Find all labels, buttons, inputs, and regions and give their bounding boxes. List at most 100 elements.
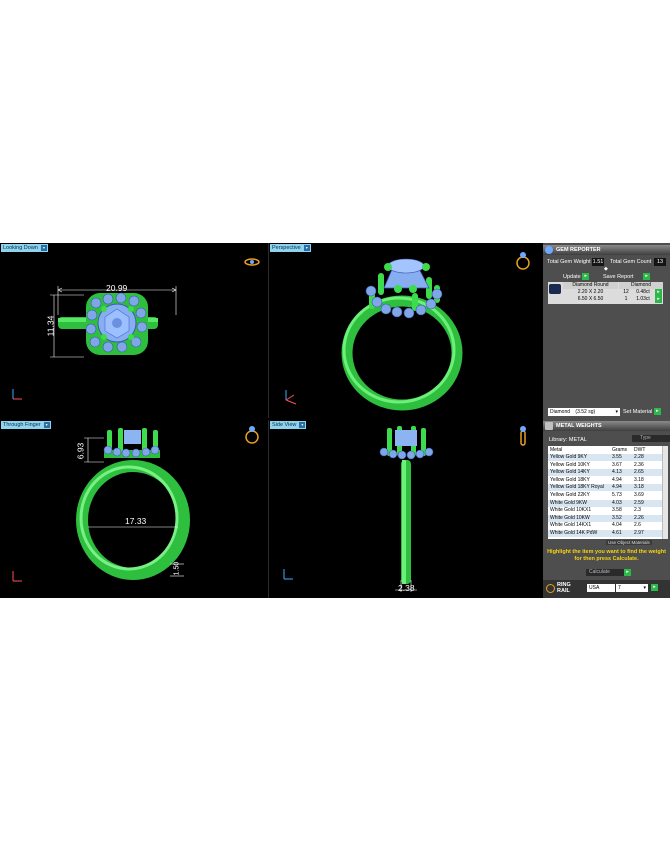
metal-grams: 4.13	[612, 469, 622, 476]
calculate-button[interactable]: Calculate	[586, 569, 626, 576]
metal-dwt: 2.26	[634, 514, 644, 521]
metal-dwt: 2.36	[634, 461, 644, 468]
ring-rail-icon	[546, 584, 555, 593]
ring-size-select[interactable]: 7 ▾	[616, 584, 648, 592]
metal-dwt: 3.18	[634, 484, 644, 491]
gem-weight: 0.48ct	[636, 289, 650, 295]
cad-application: Looking Down ▾ 20.99 11.34 Perspective ▾…	[0, 243, 670, 598]
set-material-button[interactable]: Set Material ▸	[623, 408, 661, 415]
metal-grams: 3.52	[612, 514, 622, 521]
metal-scrollbar[interactable]	[662, 446, 668, 539]
metal-grams: 4.94	[612, 484, 622, 491]
ring-front-render	[76, 428, 190, 580]
viewport-perspective[interactable]: Perspective ▾	[269, 243, 542, 418]
head-height-dimension: 6.93	[75, 442, 86, 460]
ring-rail-arrow-icon[interactable]: ▸	[651, 584, 658, 591]
dropdown-icon[interactable]: ◆	[604, 266, 608, 272]
gem-weight: 1.03ct	[636, 296, 650, 302]
table-row[interactable]: White Gold 10KX1 3.58 2.3	[548, 507, 662, 514]
library-filter-value: Type	[640, 435, 651, 441]
metal-grams: 3.58	[612, 507, 622, 514]
save-report-label: Save Report	[603, 273, 634, 280]
chevron-down-icon: ▾	[643, 585, 646, 591]
gem-count: 12	[623, 289, 629, 295]
table-row[interactable]: Yellow Gold 22KY 5.73 3.69	[548, 492, 662, 499]
use-object-label: Use Object Materials	[608, 540, 650, 545]
column-grams: Grams	[612, 447, 627, 453]
ring-region-value: USA	[589, 585, 600, 591]
gem-reporter-title: GEM REPORTER	[556, 247, 601, 253]
gem-table-header-material: Diamond	[619, 282, 663, 289]
shank-thickness-dimension: 1.50	[173, 561, 181, 576]
ring-rail-label: RING RAIL	[557, 582, 571, 594]
table-row[interactable]: Yellow Gold 18KY 4.94 3.18	[548, 477, 662, 484]
viewport-side-view[interactable]: Side View ▾ 2.38	[269, 420, 542, 598]
update-button[interactable]: Update ▸	[563, 273, 590, 280]
library-label: Library: METAL	[549, 437, 587, 443]
viewport-through-finger[interactable]: Through Finger ▾ 6.93 17.33 1.50	[0, 420, 269, 598]
metal-metal: Yellow Gold 18KY Royal	[550, 484, 604, 491]
inner-diameter-dimension: 17.33	[125, 516, 147, 526]
metal-list-header: Metal Grams DWT	[548, 447, 662, 454]
metal-metal: White Gold 10KW	[550, 514, 590, 521]
width-dimension: 20.99	[106, 283, 128, 293]
table-row[interactable]: Yellow Gold 10KY 3.67 2.36	[548, 462, 662, 469]
metal-list[interactable]: Metal Grams DWT Yellow Gold 9KY 3.55 2.28 Y…	[548, 446, 668, 539]
save-report-button[interactable]: Save Report ▸	[603, 273, 651, 280]
gem-count: 1	[624, 296, 628, 302]
gem-table-header-shape: Diamond Round	[563, 282, 618, 289]
table-row[interactable]: White Gold 10KW 3.52 2.26	[548, 514, 662, 522]
metal-grams: 3.67	[612, 461, 622, 468]
ring-region-select[interactable]: USA	[587, 584, 615, 592]
update-label: Update	[563, 273, 581, 280]
viewport-looking-down[interactable]: Looking Down ▾ 20.99 11.34	[0, 243, 269, 418]
metal-metal: Yellow Gold 14KY	[550, 469, 590, 476]
metal-metal: Yellow Gold 9KY	[550, 454, 588, 460]
metal-dwt: 2.65	[634, 469, 644, 476]
metal-metal: White Gold 9KW	[550, 499, 587, 506]
metal-metal: Yellow Gold 22KY	[550, 492, 590, 498]
table-row[interactable]: White Gold 9KW 4.03 2.59	[548, 499, 662, 507]
metal-grams: 4.94	[612, 476, 622, 483]
use-object-materials-button[interactable]: Use Object Materials	[606, 540, 652, 545]
metal-metal: White Gold 14K PdW	[550, 530, 598, 536]
chevron-down-icon: ▾	[615, 409, 618, 415]
total-gem-weight-value: 1.51	[592, 258, 604, 266]
set-material-label: Set Material	[623, 408, 653, 415]
metal-metal: White Gold 14KX1	[550, 522, 592, 529]
axis-gizmo	[283, 569, 293, 580]
calculate-arrow-icon[interactable]: ▸	[624, 569, 631, 576]
ring-size-value: 7	[618, 585, 621, 591]
material-select[interactable]: Diamond (3.52 sg) ▾	[548, 408, 620, 416]
ring-perspective-render	[341, 258, 463, 411]
metal-metal: White Gold 10KX1	[550, 507, 592, 514]
metal-grams: 5.73	[612, 492, 622, 498]
row-action-icon[interactable]: ▸	[655, 289, 662, 296]
ring-side-render	[379, 426, 434, 592]
table-row[interactable]: White Gold 14KX1 4.04 2.6	[548, 522, 662, 529]
gem-size: 2.20 X 2.20	[577, 289, 604, 295]
total-gem-count-value: 13	[654, 258, 666, 266]
table-row[interactable]: Yellow Gold 18KY Royal 4.94 3.18	[548, 484, 662, 492]
metal-dwt: 2.59	[634, 499, 644, 506]
metal-dwt: 2.28	[634, 454, 644, 460]
library-filter[interactable]: Type	[632, 435, 670, 442]
table-row[interactable]: Yellow Gold 9KY 3.55 2.28	[548, 454, 662, 461]
metal-weights-header[interactable]: METAL WEIGHTS	[543, 421, 670, 431]
table-row[interactable]: Yellow Gold 14KY 4.13 2.65	[548, 469, 662, 477]
metal-dwt: 3.18	[634, 476, 644, 483]
metal-grams: 4.03	[612, 499, 622, 506]
metal-dwt: 3.69	[634, 492, 644, 498]
column-metal: Metal	[550, 447, 563, 453]
metal-dwt: 2.3	[634, 507, 641, 514]
metal-dwt: 2.6	[634, 522, 641, 529]
axis-gizmo	[12, 571, 22, 582]
gem-reporter-header[interactable]: GEM REPORTER	[543, 245, 670, 255]
metal-grams: 3.55	[612, 454, 622, 460]
gem-thumbnail-icon	[549, 284, 561, 294]
table-row[interactable]: White Gold 14K PdW 4.61 2.97	[548, 530, 662, 537]
gem-table: Diamond Round Diamond 2.20 X 2.20 12 0.4…	[548, 282, 663, 304]
row-action-icon[interactable]: ▸	[655, 296, 662, 303]
gem-icon	[545, 246, 553, 254]
update-arrow-icon: ▸	[582, 273, 590, 280]
